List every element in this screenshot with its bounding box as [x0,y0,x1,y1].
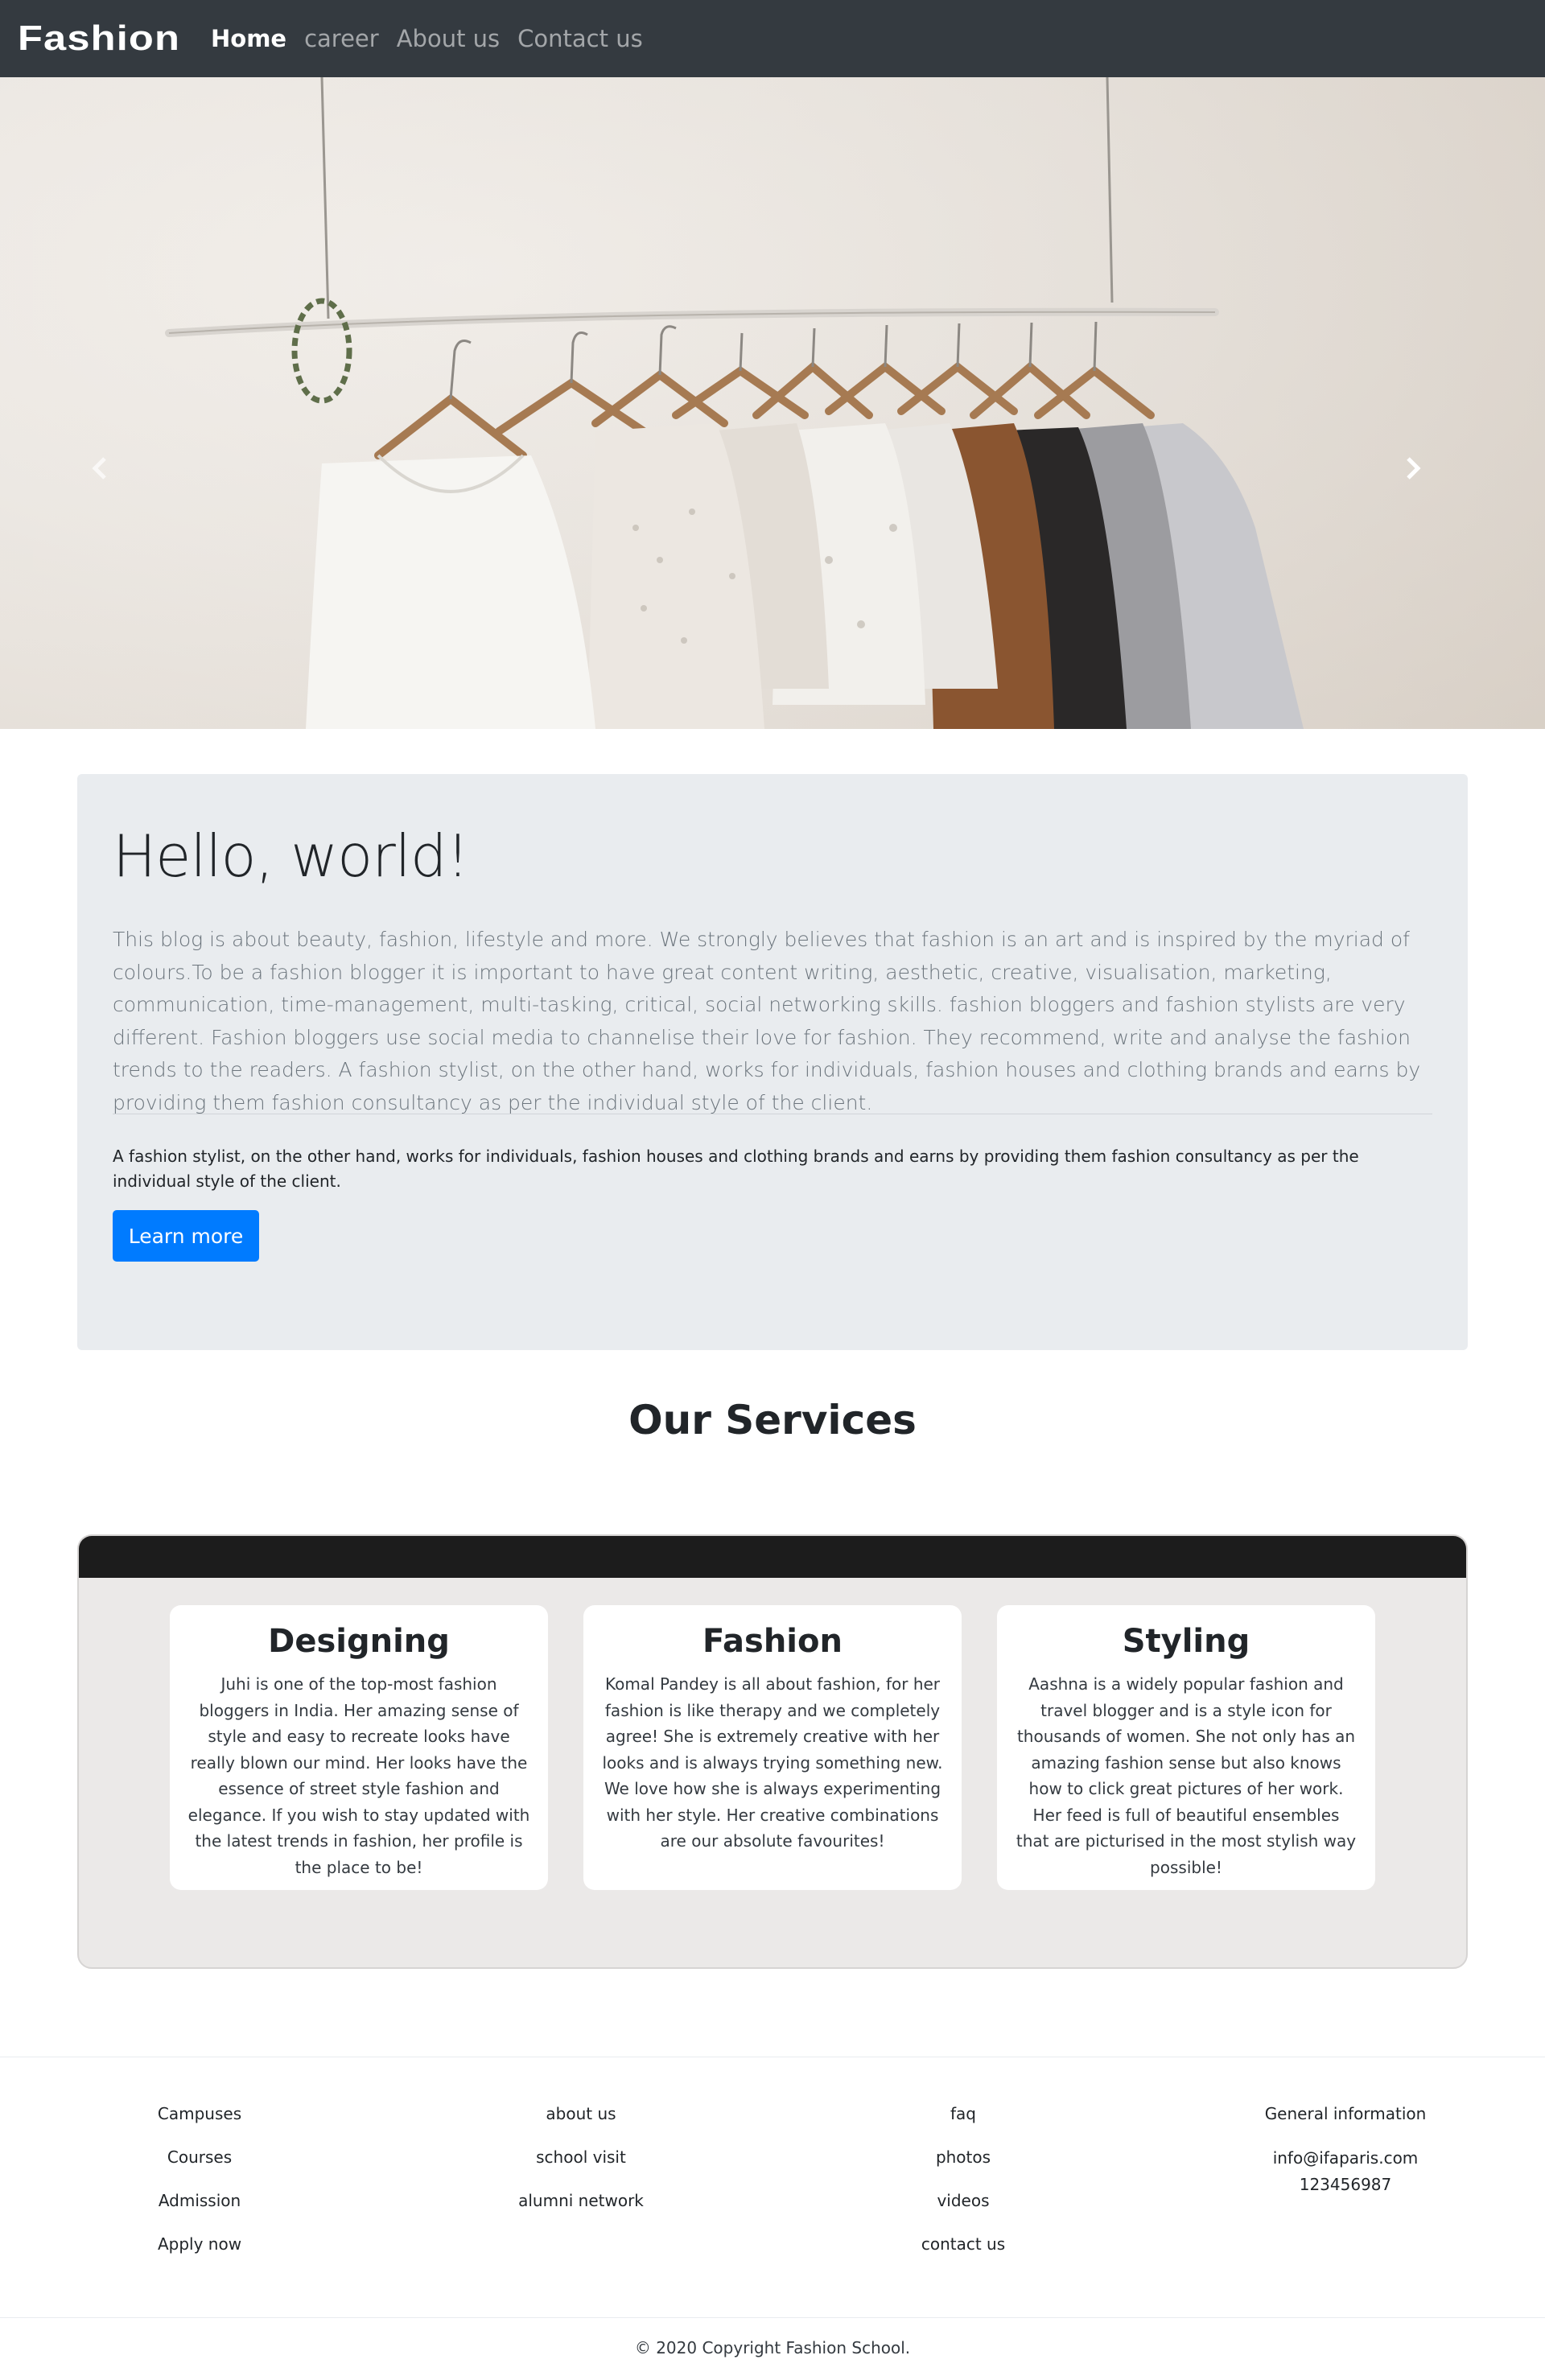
footer-link-school-visit[interactable]: school visit [460,2145,702,2189]
nav-link-about-us[interactable]: About us [397,25,500,52]
brand-logo[interactable]: Fashion [18,19,208,59]
service-card-styling: Styling Aashna is a widely popular fashi… [997,1605,1375,1890]
footer-link-admission[interactable]: Admission [79,2189,320,2232]
footer-general-info-heading: General information [1264,2104,1427,2123]
hero-carousel [0,77,1545,729]
navbar: Fashion Home career About us Contact us [0,0,1545,77]
jumbotron-lead: This blog is about beauty, fashion, life… [113,928,1421,1114]
service-card-text: Aashna is a widely popular fashion and t… [1016,1674,1357,1877]
footer-column-3: faq photos videos contact us [843,2102,1084,2275]
service-card-fashion: Fashion Komal Pandey is all about fashio… [583,1605,962,1890]
footer-phone: 123456987 [1299,2175,1392,2194]
footer-column-1: Campuses Courses Admission Apply now [79,2102,320,2275]
carousel-image-clothes-rack [0,77,1545,729]
carousel-next-button[interactable] [1403,455,1452,504]
nav-link-career[interactable]: career [304,25,379,52]
service-card-text: Juhi is one of the top-most fashion blog… [187,1674,530,1877]
footer-link-alumni-network[interactable]: alumni network [460,2189,702,2232]
chevron-right-icon [1407,457,1421,480]
services-panel-header [79,1536,1466,1578]
chevron-left-icon [92,457,106,480]
learn-more-button[interactable]: Learn more [113,1210,259,1262]
jumbotron: Hello, world! This blog is about beauty,… [77,774,1468,1350]
footer-link-apply-now[interactable]: Apply now [79,2232,320,2275]
footer-link-faq[interactable]: faq [843,2102,1084,2145]
services-panel: Designing Juhi is one of the top-most fa… [77,1534,1468,1969]
service-card-title: Fashion [702,1623,843,1660]
service-card-title: Designing [268,1623,450,1660]
nav-link-contact-us[interactable]: Contact us [517,25,643,52]
carousel-prev-button[interactable] [90,455,138,504]
footer-column-4: General information info@ifaparis.com 12… [1225,2102,1466,2198]
nav-link-home[interactable]: Home [211,25,286,52]
jumbotron-text: A fashion stylist, on the other hand, wo… [113,1147,1359,1191]
copyright-text: © 2020 Copyright Fashion School. [634,2338,911,2357]
service-card-title: Styling [1122,1623,1250,1660]
jumbotron-title: Hello, world! [113,822,469,890]
footer-link-courses[interactable]: Courses [79,2145,320,2189]
footer-link-photos[interactable]: photos [843,2145,1084,2189]
service-card-text: Komal Pandey is all about fashion, for h… [602,1674,943,1851]
footer-link-videos[interactable]: videos [843,2189,1084,2232]
footer-link-contact-us[interactable]: contact us [843,2232,1084,2275]
footer-bottom-divider [0,2317,1545,2318]
services-title: Our Services [628,1397,917,1443]
footer-email[interactable]: info@ifaparis.com [1225,2145,1466,2172]
footer-link-about-us[interactable]: about us [460,2102,702,2145]
footer-link-campuses[interactable]: Campuses [79,2102,320,2145]
service-card-designing: Designing Juhi is one of the top-most fa… [170,1605,548,1890]
footer-column-2: about us school visit alumni network [460,2102,702,2232]
